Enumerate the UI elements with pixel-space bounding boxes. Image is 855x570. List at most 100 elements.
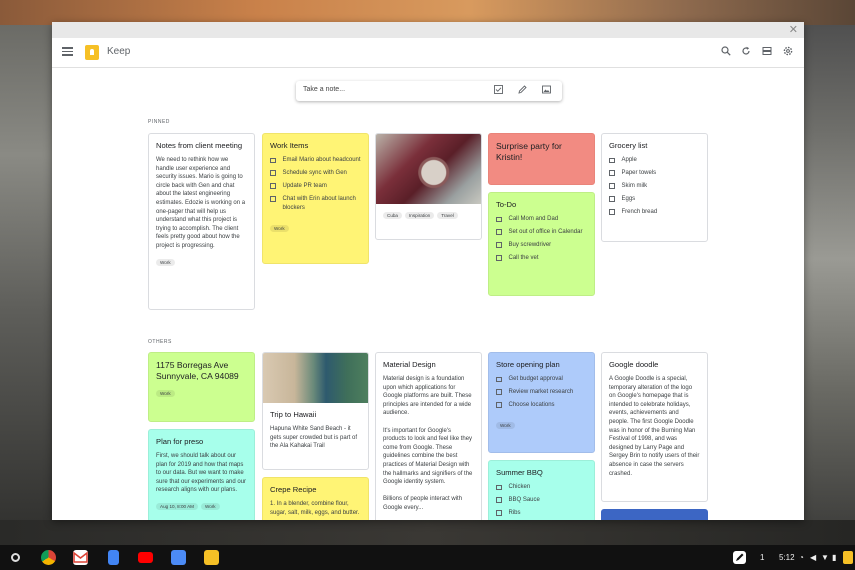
checkbox[interactable] — [496, 389, 502, 395]
checklist-item[interactable]: Apple — [609, 156, 700, 165]
checkbox[interactable] — [270, 183, 276, 189]
settings-icon[interactable] — [782, 46, 794, 58]
note-grocery-list[interactable]: Grocery list Apple Paper towels Skim mil… — [601, 133, 708, 242]
note-trip-hawaii[interactable]: Trip to Hawaii Hapuna White Sand Beach -… — [262, 352, 369, 470]
stylus-tools-icon[interactable] — [733, 551, 746, 564]
checklist-item-text: Chicken — [508, 484, 531, 490]
main-menu-button[interactable] — [62, 47, 73, 56]
user-avatar[interactable] — [843, 551, 853, 564]
checklist-item[interactable]: Chicken — [496, 483, 587, 492]
checkbox[interactable] — [270, 157, 276, 163]
app-bar: Keep — [52, 38, 804, 68]
label-chip[interactable]: Work — [200, 502, 220, 510]
note-plan-preso[interactable]: Plan for preso First, we should talk abo… — [148, 429, 255, 520]
label-chip[interactable]: Cuba — [383, 212, 402, 219]
checklist-item[interactable]: Skim milk — [609, 182, 700, 191]
checkbox[interactable] — [496, 229, 502, 235]
image-icon[interactable] — [540, 85, 552, 97]
checklist-item[interactable]: Choose locations — [496, 401, 587, 410]
checklist-item[interactable]: French bread — [609, 208, 700, 217]
checklist: Email Mario about headcount Schedule syn… — [263, 151, 368, 212]
checklist-item[interactable]: Call Mom and Dad — [496, 215, 587, 224]
checkbox[interactable] — [496, 402, 502, 408]
note-google-doodle[interactable]: Google doodle A Google Doodle is a speci… — [601, 352, 708, 502]
note-material-design[interactable]: Material Design Material design is a fou… — [375, 352, 482, 520]
note-client-meeting[interactable]: Notes from client meeting We need to ret… — [148, 133, 255, 310]
note-address[interactable]: 1175 Borregas Ave Sunnyvale, CA 94089 Wo… — [148, 352, 255, 422]
note-surprise-party[interactable]: Surprise party for Kristin! — [488, 133, 595, 185]
checkbox[interactable] — [270, 170, 276, 176]
keep-app-icon[interactable] — [204, 550, 219, 565]
label-chip[interactable]: Work — [270, 224, 289, 232]
checklist-item[interactable]: Review market research — [496, 388, 587, 397]
clock[interactable]: 5:12 — [779, 553, 795, 562]
checkbox[interactable] — [609, 209, 615, 215]
label-chip[interactable]: Inspiration — [404, 212, 435, 219]
checklist-item-text: Email Mario about headcount — [282, 157, 361, 163]
chrome-icon[interactable] — [41, 550, 56, 565]
note-summer-bbq[interactable]: Summer BBQ Chicken BBQ Sauce Ribs — [488, 460, 595, 520]
reminder-chip[interactable]: Aug 10, 8:00 AM — [156, 502, 198, 510]
search-icon[interactable] — [720, 46, 732, 58]
gmail-icon[interactable] — [73, 550, 88, 565]
checklist-item[interactable]: Call the vet — [496, 254, 587, 263]
window-titlebar[interactable]: ✕ — [52, 22, 804, 38]
checkbox[interactable] — [609, 183, 615, 189]
wifi-icon[interactable]: ▼ — [821, 553, 829, 562]
youtube-icon[interactable] — [138, 552, 153, 563]
note-blue-image[interactable] — [601, 509, 708, 520]
checkbox[interactable] — [496, 510, 502, 516]
volume-icon[interactable]: ◀ — [810, 553, 816, 562]
checkbox[interactable] — [496, 497, 502, 503]
checklist-item-text: Schedule sync with Gen — [282, 169, 347, 176]
pen-icon[interactable] — [516, 85, 528, 97]
label-chip[interactable]: Travel — [437, 212, 458, 219]
launcher-icon[interactable] — [11, 553, 20, 562]
checkbox[interactable] — [496, 242, 502, 248]
checkbox[interactable] — [496, 376, 502, 382]
label-chip[interactable]: Work — [156, 258, 175, 266]
label-chip[interactable]: Work — [496, 421, 515, 429]
label-chip[interactable]: Work — [156, 390, 175, 397]
checklist-item[interactable]: Eggs — [609, 195, 700, 204]
docs-icon[interactable] — [108, 550, 119, 565]
checklist-item[interactable]: Get budget approval — [496, 375, 587, 384]
checklist-item-text: Call Mom and Dad — [508, 216, 559, 222]
checkbox[interactable] — [609, 196, 615, 202]
checkbox[interactable] — [270, 196, 276, 202]
note-todo[interactable]: To-Do Call Mom and Dad Set out of office… — [488, 192, 595, 296]
checklist-item[interactable]: Email Mario about headcount — [270, 156, 361, 165]
notes-area: Take a note... PINNED Notes from client … — [52, 68, 804, 520]
battery-icon[interactable]: ▮ — [832, 553, 836, 562]
note-car-photo[interactable]: Cuba Inspiration Travel — [375, 133, 482, 240]
checklist-item[interactable]: Set out of office in Calendar — [496, 228, 587, 237]
checklist-item[interactable]: Ribs — [496, 509, 587, 518]
new-list-icon[interactable] — [492, 85, 504, 97]
files-icon[interactable] — [171, 550, 186, 565]
close-icon[interactable]: ✕ — [789, 23, 798, 37]
take-note-input[interactable]: Take a note... — [296, 81, 562, 101]
checkbox[interactable] — [496, 255, 502, 261]
note-work-items[interactable]: Work Items Email Mario about headcount S… — [262, 133, 369, 264]
checklist-item[interactable]: Schedule sync with Gen — [270, 169, 361, 178]
checklist-item[interactable]: Chat with Erin about launch blockers — [270, 195, 361, 212]
checkbox[interactable] — [496, 216, 502, 222]
checklist-item-text: Paper towels — [621, 169, 657, 176]
checkbox[interactable] — [609, 170, 615, 176]
refresh-icon[interactable] — [740, 46, 752, 58]
checkbox[interactable] — [609, 157, 615, 163]
checklist-item[interactable]: Buy screwdriver — [496, 241, 587, 250]
pinned-label: PINNED — [148, 119, 170, 125]
checklist-item[interactable]: Update PR team — [270, 182, 361, 191]
checklist-item-text: Update PR team — [282, 182, 327, 189]
note-store-opening[interactable]: Store opening plan Get budget approval R… — [488, 352, 595, 453]
keep-window: ✕ Keep Take a note... PINNED Notes from … — [52, 22, 804, 520]
note-crepe-recipe[interactable]: Crepe Recipe 1. In a blender, combine fl… — [262, 477, 369, 520]
checklist-item[interactable]: BBQ Sauce — [496, 496, 587, 505]
note-title: Surprise party for Kristin! — [496, 141, 562, 162]
do-not-disturb-icon[interactable]: ◔ — [799, 553, 804, 562]
note-title: Material Design — [383, 360, 436, 369]
checklist-item[interactable]: Paper towels — [609, 169, 700, 178]
checkbox[interactable] — [496, 484, 502, 490]
list-view-icon[interactable] — [761, 46, 773, 58]
